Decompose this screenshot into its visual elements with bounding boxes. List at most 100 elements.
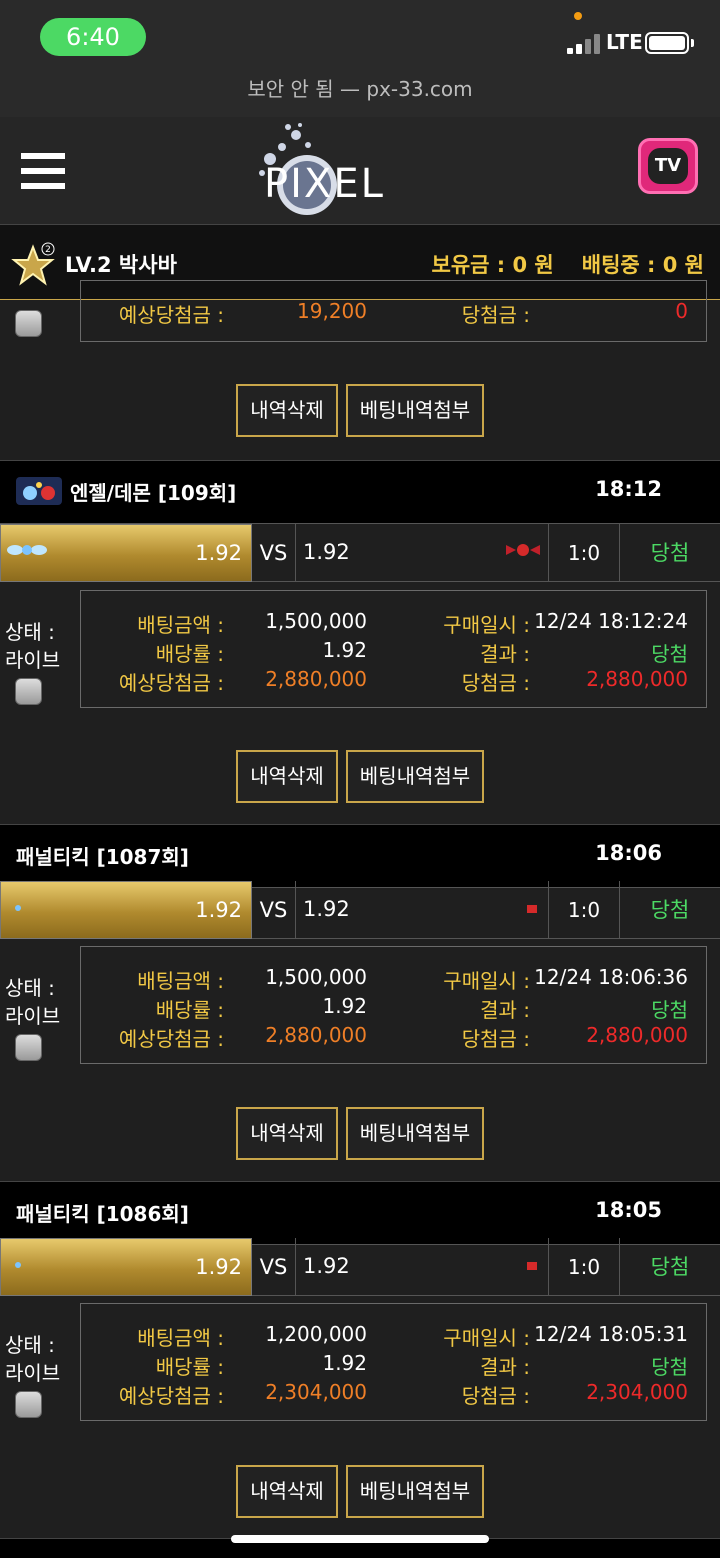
game-title-row: 패널티킥 [1086회] 18:05 [0,1181,720,1245]
label-purchase-time: 구매일시 : [443,969,530,993]
label-expected-win: 예상당첨금 : [118,1027,224,1051]
game-title-row: 패널티킥 [1087회] 18:06 [0,824,720,888]
tv-button[interactable]: TV [638,138,698,194]
label-result: 결과 : [480,642,530,666]
select-checkbox[interactable] [15,1391,42,1418]
angel-icon [7,545,47,555]
purchase-time: 12/24 18:12:24 [534,609,688,633]
label-result: 결과 : [480,998,530,1022]
label-odds: 배당률 : [155,998,224,1022]
label-expected-win: 예상당첨금 : [118,303,224,327]
home-odds-value: 1.92 [195,898,242,922]
vs-label: VS [252,881,296,939]
away-odds-button[interactable]: 1.92 [296,1238,548,1296]
attach-betting-button[interactable]: 베팅내역첨부 [346,1107,484,1160]
label-bet-amount: 배팅금액 : [137,1326,224,1350]
away-odds-value: 1.92 [303,1254,350,1278]
attach-betting-button[interactable]: 베팅내역첨부 [346,750,484,803]
label-expected-win: 예상당첨금 : [118,1384,224,1408]
away-odds-button[interactable]: 1.92 [296,881,548,939]
home-odds-value: 1.92 [195,1255,242,1279]
outcome-badge: 당첨 [650,1255,690,1279]
away-odds-button[interactable]: 1.92 [296,524,548,582]
game-title: 패널티킥 [1087회] [16,845,189,869]
bet-amount: 1,500,000 [265,965,367,989]
expected-win: 2,880,000 [265,667,367,691]
hamburger-menu-icon[interactable] [21,153,65,189]
home-odds-button[interactable]: 1.92 [0,524,252,582]
status-bar: 6:40 LTE [0,0,720,72]
delete-history-button[interactable]: 내역삭제 [236,1465,338,1518]
network-label: LTE [606,30,643,54]
odds-value: 1.92 [322,638,367,662]
partial-expected-win: 19,200 [297,299,367,323]
expected-win: 2,880,000 [265,1023,367,1047]
attach-betting-button[interactable]: 베팅내역첨부 [346,384,484,437]
status-label: 상태 : 라이브 [5,974,60,1030]
label-purchase-time: 구매일시 : [443,1326,530,1350]
signal-icon [567,34,601,54]
game-time: 18:05 [595,1198,662,1222]
odds-value: 1.92 [322,994,367,1018]
expected-win: 2,304,000 [265,1380,367,1404]
delete-history-button[interactable]: 내역삭제 [236,750,338,803]
tv-label: TV [648,148,688,184]
attach-betting-button[interactable]: 베팅내역첨부 [346,1465,484,1518]
game-title: 엔젤/데몬 [109회] [70,481,237,505]
battery-cap [691,39,694,47]
status-line1: 상태 : [5,1333,55,1357]
label-bet-amount: 배팅금액 : [137,613,224,637]
game-time: 18:06 [595,841,662,865]
purchase-time: 12/24 18:06:36 [534,965,688,989]
win-amount: 2,304,000 [586,1380,688,1404]
battery-icon [645,32,689,54]
outcome-badge: 당첨 [650,541,690,565]
bet-amount: 1,500,000 [265,609,367,633]
vs-label: VS [252,1238,296,1296]
home-team-icon [15,905,21,911]
select-checkbox[interactable] [15,678,42,705]
angel-demon-game-icon [16,477,62,505]
result-value: 당첨 [651,642,688,666]
home-team-icon [15,1262,21,1268]
home-odds-button[interactable]: 1.92 [0,881,252,939]
score: 1:0 [548,1238,620,1296]
betting-text: 배팅중 : 0 원 [581,253,704,277]
label-expected-win: 예상당첨금 : [118,671,224,695]
label-odds: 배당률 : [155,642,224,666]
vs-label: VS [252,524,296,582]
bet-detail-box: 배팅금액 : 1,500,000 배당률 : 1.92 예상당첨금 : 2,88… [80,590,707,708]
status-label: 상태 : 라이브 [5,1331,60,1387]
game-title-row: 엔젤/데몬 [109회] 18:12 [0,460,720,524]
game-time: 18:12 [595,477,662,501]
away-team-icon [527,905,537,913]
url-bar[interactable]: 보안 안 됨 — px-33.com [0,72,720,117]
odds-value: 1.92 [322,1351,367,1375]
status-time: 6:40 [40,18,146,56]
purchase-time: 12/24 18:05:31 [534,1322,688,1346]
select-checkbox[interactable] [15,1034,42,1061]
select-checkbox[interactable] [15,310,42,337]
label-win-amount: 당첨금 : [461,1384,530,1408]
label-win-amount: 당첨금 : [461,671,530,695]
away-odds-value: 1.92 [303,540,350,564]
win-amount: 2,880,000 [586,1023,688,1047]
home-odds-button[interactable]: 1.92 [0,1238,252,1296]
logo-text: PIXEL [264,161,385,207]
odds-row: 1.92 VS 1.92 1:0 당첨 [0,881,720,939]
game-title: 패널티킥 [1086회] [16,1202,189,1226]
label-purchase-time: 구매일시 : [443,613,530,637]
win-amount: 2,880,000 [586,667,688,691]
mic-indicator-icon [574,12,582,20]
status-label: 상태 : 라이브 [5,618,60,674]
delete-history-button[interactable]: 내역삭제 [236,1107,338,1160]
label-bet-amount: 배팅금액 : [137,969,224,993]
result-value: 당첨 [651,1355,688,1379]
status-line1: 상태 : [5,620,55,644]
label-win-amount: 당첨금 : [461,1027,530,1051]
status-line2: 라이브 [5,1004,61,1028]
level-star-icon: 2 [11,242,55,286]
home-indicator[interactable] [231,1535,489,1543]
delete-history-button[interactable]: 내역삭제 [236,384,338,437]
label-odds: 배당률 : [155,1355,224,1379]
